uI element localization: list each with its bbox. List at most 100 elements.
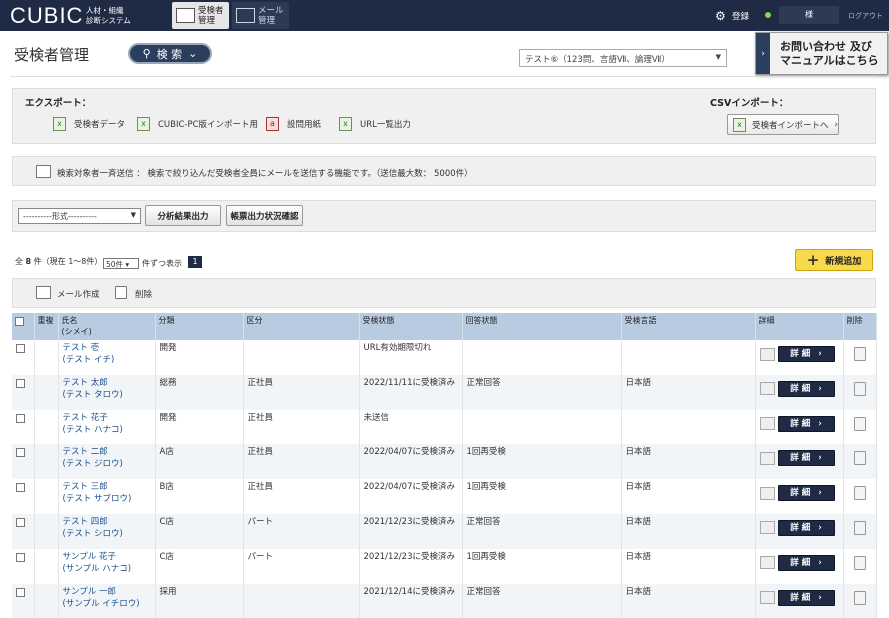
row-checkbox[interactable] <box>16 378 25 388</box>
mail-icon[interactable] <box>759 417 775 431</box>
report-status-button[interactable]: 帳票出力状況確認 <box>226 205 303 226</box>
trash-icon[interactable] <box>853 520 866 535</box>
name-cell[interactable]: テスト 三郎 (テスト サブロウ) <box>58 479 156 514</box>
row-checkbox[interactable] <box>16 448 25 458</box>
trash-icon[interactable] <box>853 590 866 605</box>
mail-create-button[interactable]: メール作成 <box>57 288 100 300</box>
trash-icon[interactable] <box>853 451 866 466</box>
name-cell[interactable]: テスト 二郎 (テスト ジロウ) <box>58 444 156 480</box>
chevron-right-icon: › <box>818 383 822 394</box>
dropdown-arrow-icon: ▼ <box>130 211 136 219</box>
format-select[interactable]: ----------形式---------- ▼ <box>18 208 141 224</box>
mail-icon[interactable] <box>759 347 775 361</box>
language-cell: 日本語 <box>621 479 756 514</box>
duplicate-cell <box>34 513 59 549</box>
mail-icon[interactable] <box>759 382 775 396</box>
gear-icon[interactable]: ⚙ <box>715 9 726 23</box>
tab-mail-management[interactable]: メール 管理 <box>232 2 289 29</box>
candidate-import-button[interactable]: x 受検者インポートへ › <box>727 114 839 135</box>
table-row: サンプル 花子 (サンプル ハナコ) C店 パート 2021/12/23に受検済み 1回再… <box>12 548 877 584</box>
app-logo[interactable]: CUBIC <box>10 3 83 29</box>
col-name[interactable]: 氏名 (シメイ) <box>58 313 156 340</box>
chevron-down-icon: ⌄ <box>188 47 198 60</box>
row-checkbox[interactable] <box>16 413 25 423</box>
export-question-sheet[interactable]: a 設問用紙 <box>266 117 321 131</box>
col-exam-status[interactable]: 受検状態 <box>359 313 463 340</box>
col-exam-language[interactable]: 受検言語 <box>621 313 756 340</box>
category-cell: 総務 <box>155 374 244 410</box>
mail-icon[interactable] <box>759 556 775 570</box>
detail-cell: 詳 細 › <box>755 548 844 584</box>
answer-status-cell: 1回再受検 <box>462 548 622 584</box>
language-cell: 日本語 <box>621 374 756 410</box>
detail-cell: 詳 細 › <box>755 479 844 514</box>
select-all-checkbox[interactable] <box>15 317 24 326</box>
logout-link[interactable]: ログアウト <box>848 11 883 21</box>
tab-candidate-management[interactable]: 受検者 管理 <box>172 2 229 29</box>
export-cubic-pc[interactable]: x CUBIC-PC版インポート用 <box>137 117 258 131</box>
trash-icon[interactable] <box>115 286 127 299</box>
chevron-right-icon: › <box>818 522 822 533</box>
duplicate-cell <box>34 444 59 480</box>
name-cell[interactable]: サンプル 花子 (サンプル ハナコ) <box>58 548 156 584</box>
detail-button[interactable]: 詳 細 › <box>777 450 835 467</box>
detail-button[interactable]: 詳 細 › <box>777 554 835 571</box>
row-checkbox[interactable] <box>16 517 25 527</box>
col-division[interactable]: 区分 <box>243 313 360 340</box>
category-cell: 開発 <box>155 340 244 375</box>
contact-manual-button[interactable]: › お問い合わせ 及び マニュアルはこちら <box>755 32 888 75</box>
name-cell[interactable]: テスト 花子 (テスト ハナコ) <box>58 409 156 445</box>
col-answer-status[interactable]: 回答状態 <box>462 313 622 340</box>
name-cell[interactable]: サンプル 一郎 (サンプル イチロウ) <box>58 583 156 618</box>
per-page-select[interactable]: 50件 ▾ <box>103 258 139 269</box>
chevron-right-icon: › <box>818 349 822 359</box>
row-checkbox[interactable] <box>16 483 25 493</box>
export-url-list[interactable]: x URL一覧出力 <box>339 117 411 131</box>
register-link[interactable]: 登録 <box>732 10 749 22</box>
name-cell[interactable]: テスト 太郎 (テスト タロウ) <box>58 374 156 410</box>
test-select[interactable]: テスト⑥（123問、言語Ⅶ、論理Ⅶ） ▼ <box>519 49 727 67</box>
division-cell: 正社員 <box>243 444 360 480</box>
category-cell: A店 <box>155 444 244 480</box>
detail-button[interactable]: 詳 細 › <box>777 415 835 432</box>
bulk-mail-panel[interactable]: 検索対象者一斉送信 ： 検索で絞り込んだ受検者全員にメールを送信する機能です。（… <box>12 156 876 186</box>
trash-icon[interactable] <box>853 347 866 361</box>
chevron-right-icon: › <box>818 453 822 464</box>
row-checkbox[interactable] <box>16 587 25 597</box>
mail-icon[interactable] <box>759 591 775 605</box>
detail-button[interactable]: 詳 細 › <box>777 485 835 502</box>
language-cell <box>621 409 756 445</box>
mail-icon[interactable] <box>759 451 775 465</box>
page-number[interactable]: 1 <box>188 256 202 268</box>
mail-icon[interactable] <box>759 486 775 500</box>
export-candidate-data[interactable]: x 受検者データ <box>53 117 125 131</box>
mail-create-icon[interactable] <box>36 286 51 299</box>
divider <box>10 76 876 77</box>
delete-cell <box>843 513 877 549</box>
detail-button[interactable]: 詳 細 › <box>777 519 835 536</box>
division-cell: パート <box>243 548 360 584</box>
mail-add-icon <box>36 165 51 178</box>
division-cell: 正社員 <box>243 374 360 410</box>
excel-icon: x <box>339 117 352 131</box>
analysis-output-button[interactable]: 分析結果出力 <box>145 205 221 226</box>
new-add-button[interactable]: + 新規追加 <box>795 249 873 271</box>
name-cell[interactable]: テスト 四郎 (テスト シロウ) <box>58 513 156 549</box>
row-checkbox[interactable] <box>16 552 25 562</box>
name-cell[interactable]: テスト 壱 (テスト イチ) <box>58 340 156 375</box>
trash-icon[interactable] <box>853 381 866 396</box>
row-checkbox[interactable] <box>16 344 25 353</box>
detail-button[interactable]: 詳 細 › <box>777 380 835 397</box>
detail-button[interactable]: 詳 細 › <box>777 589 835 606</box>
col-category[interactable]: 分類 <box>155 313 244 340</box>
trash-icon[interactable] <box>853 486 866 501</box>
delete-button[interactable]: 削除 <box>135 288 152 300</box>
answer-status-cell <box>462 340 622 375</box>
duplicate-cell <box>34 409 59 445</box>
mail-icon[interactable] <box>759 521 775 535</box>
trash-icon[interactable] <box>853 555 866 570</box>
detail-button[interactable]: 詳 細 › <box>777 346 835 362</box>
trash-icon[interactable] <box>853 416 866 431</box>
search-button[interactable]: ⚲ 検 索 ⌄ <box>128 43 212 64</box>
table-header-row: 重複 氏名 (シメイ) 分類 区分 受検状態 回答状態 受検言語 詳細 削除 <box>12 313 877 340</box>
